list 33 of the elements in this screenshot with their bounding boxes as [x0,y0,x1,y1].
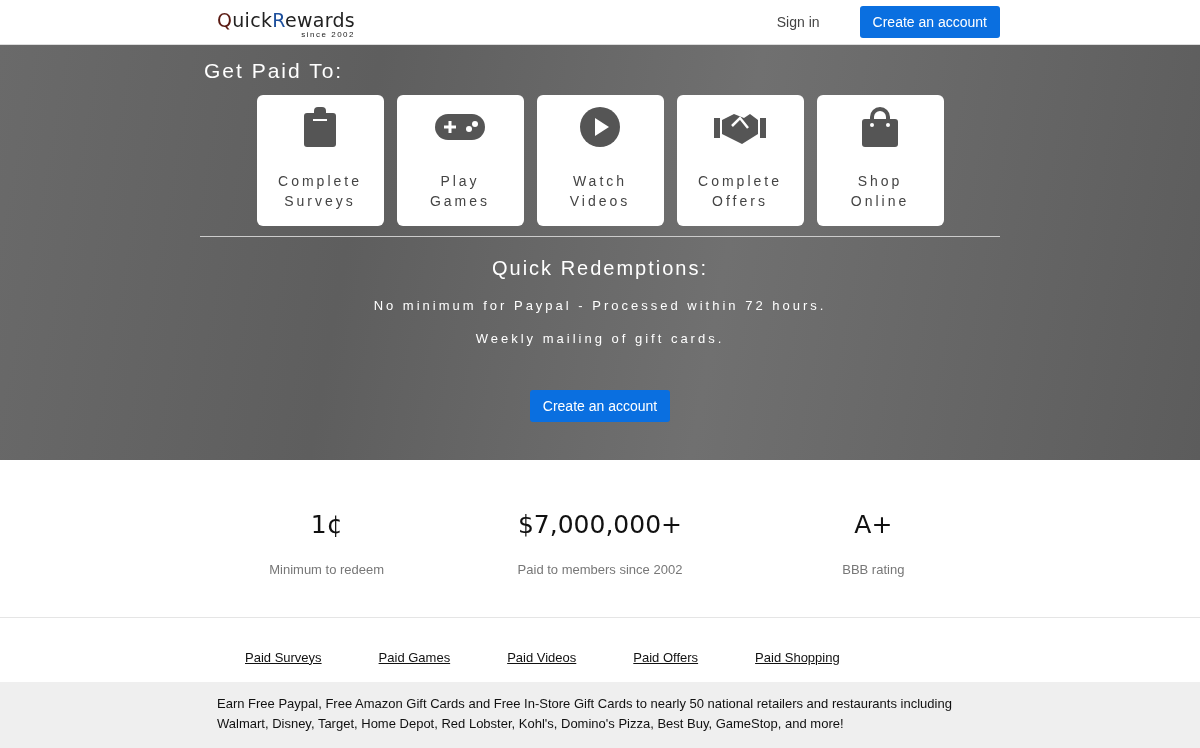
category-link[interactable]: Paid Videos [507,649,577,665]
category-link[interactable]: Paid Games [378,649,451,665]
card-label: Complete Offers [698,172,782,211]
section-heading: Get Paid To: [203,59,344,84]
card-label: Complete Surveys [278,172,362,211]
category-link[interactable]: Paid Offers [633,649,699,665]
clipboard-icon [304,107,336,147]
stat-label: BBB rating [842,562,905,577]
category-card[interactable]: Complete Offers [676,95,804,226]
info-text: No minimum for Paypal - Processed within 72 hours. [373,298,827,313]
card-label: Play Games [429,172,491,211]
card-label: Shop Online [850,172,910,211]
category-card[interactable]: Watch Videos [536,95,664,226]
category-card[interactable]: Shop Online [816,95,944,226]
section-heading: Quick Redemptions: [491,257,709,280]
logo[interactable]: QuickRewards since 2002 [217,5,355,39]
category-link[interactable]: Paid Shopping [755,649,840,665]
footer-text: Earn Free Paypal, Free Amazon Gift Cards and Free In-Store Gift Cards to nearly 50 national retailers and restaurants including Walmart, Disney, Target, Home Depot, Red Lobster, Kohl's, Domino's Pizza, Best Buy, GameStop, and more! [216,695,953,733]
stat-label: Paid to members since 2002 [517,562,683,577]
card-label: Watch Videos [569,172,631,211]
info-text: Weekly mailing of gift cards. [475,331,725,346]
stat-value: A+ [854,510,893,541]
sign-in-link[interactable]: Sign in [776,14,820,30]
shopping-bag-icon [862,107,898,147]
stat-label: Minimum to redeem [269,562,385,577]
play-icon [580,107,620,147]
stat-value: 1¢ [310,510,343,541]
create-account-button[interactable]: Create an account [859,6,1000,38]
stat-value: $7,000,000+ [517,510,683,541]
category-card[interactable]: Play Games [396,95,524,226]
create-account-button[interactable]: Create an account [529,390,671,422]
category-link[interactable]: Paid Surveys [245,649,322,665]
category-card[interactable]: Complete Surveys [256,95,384,226]
